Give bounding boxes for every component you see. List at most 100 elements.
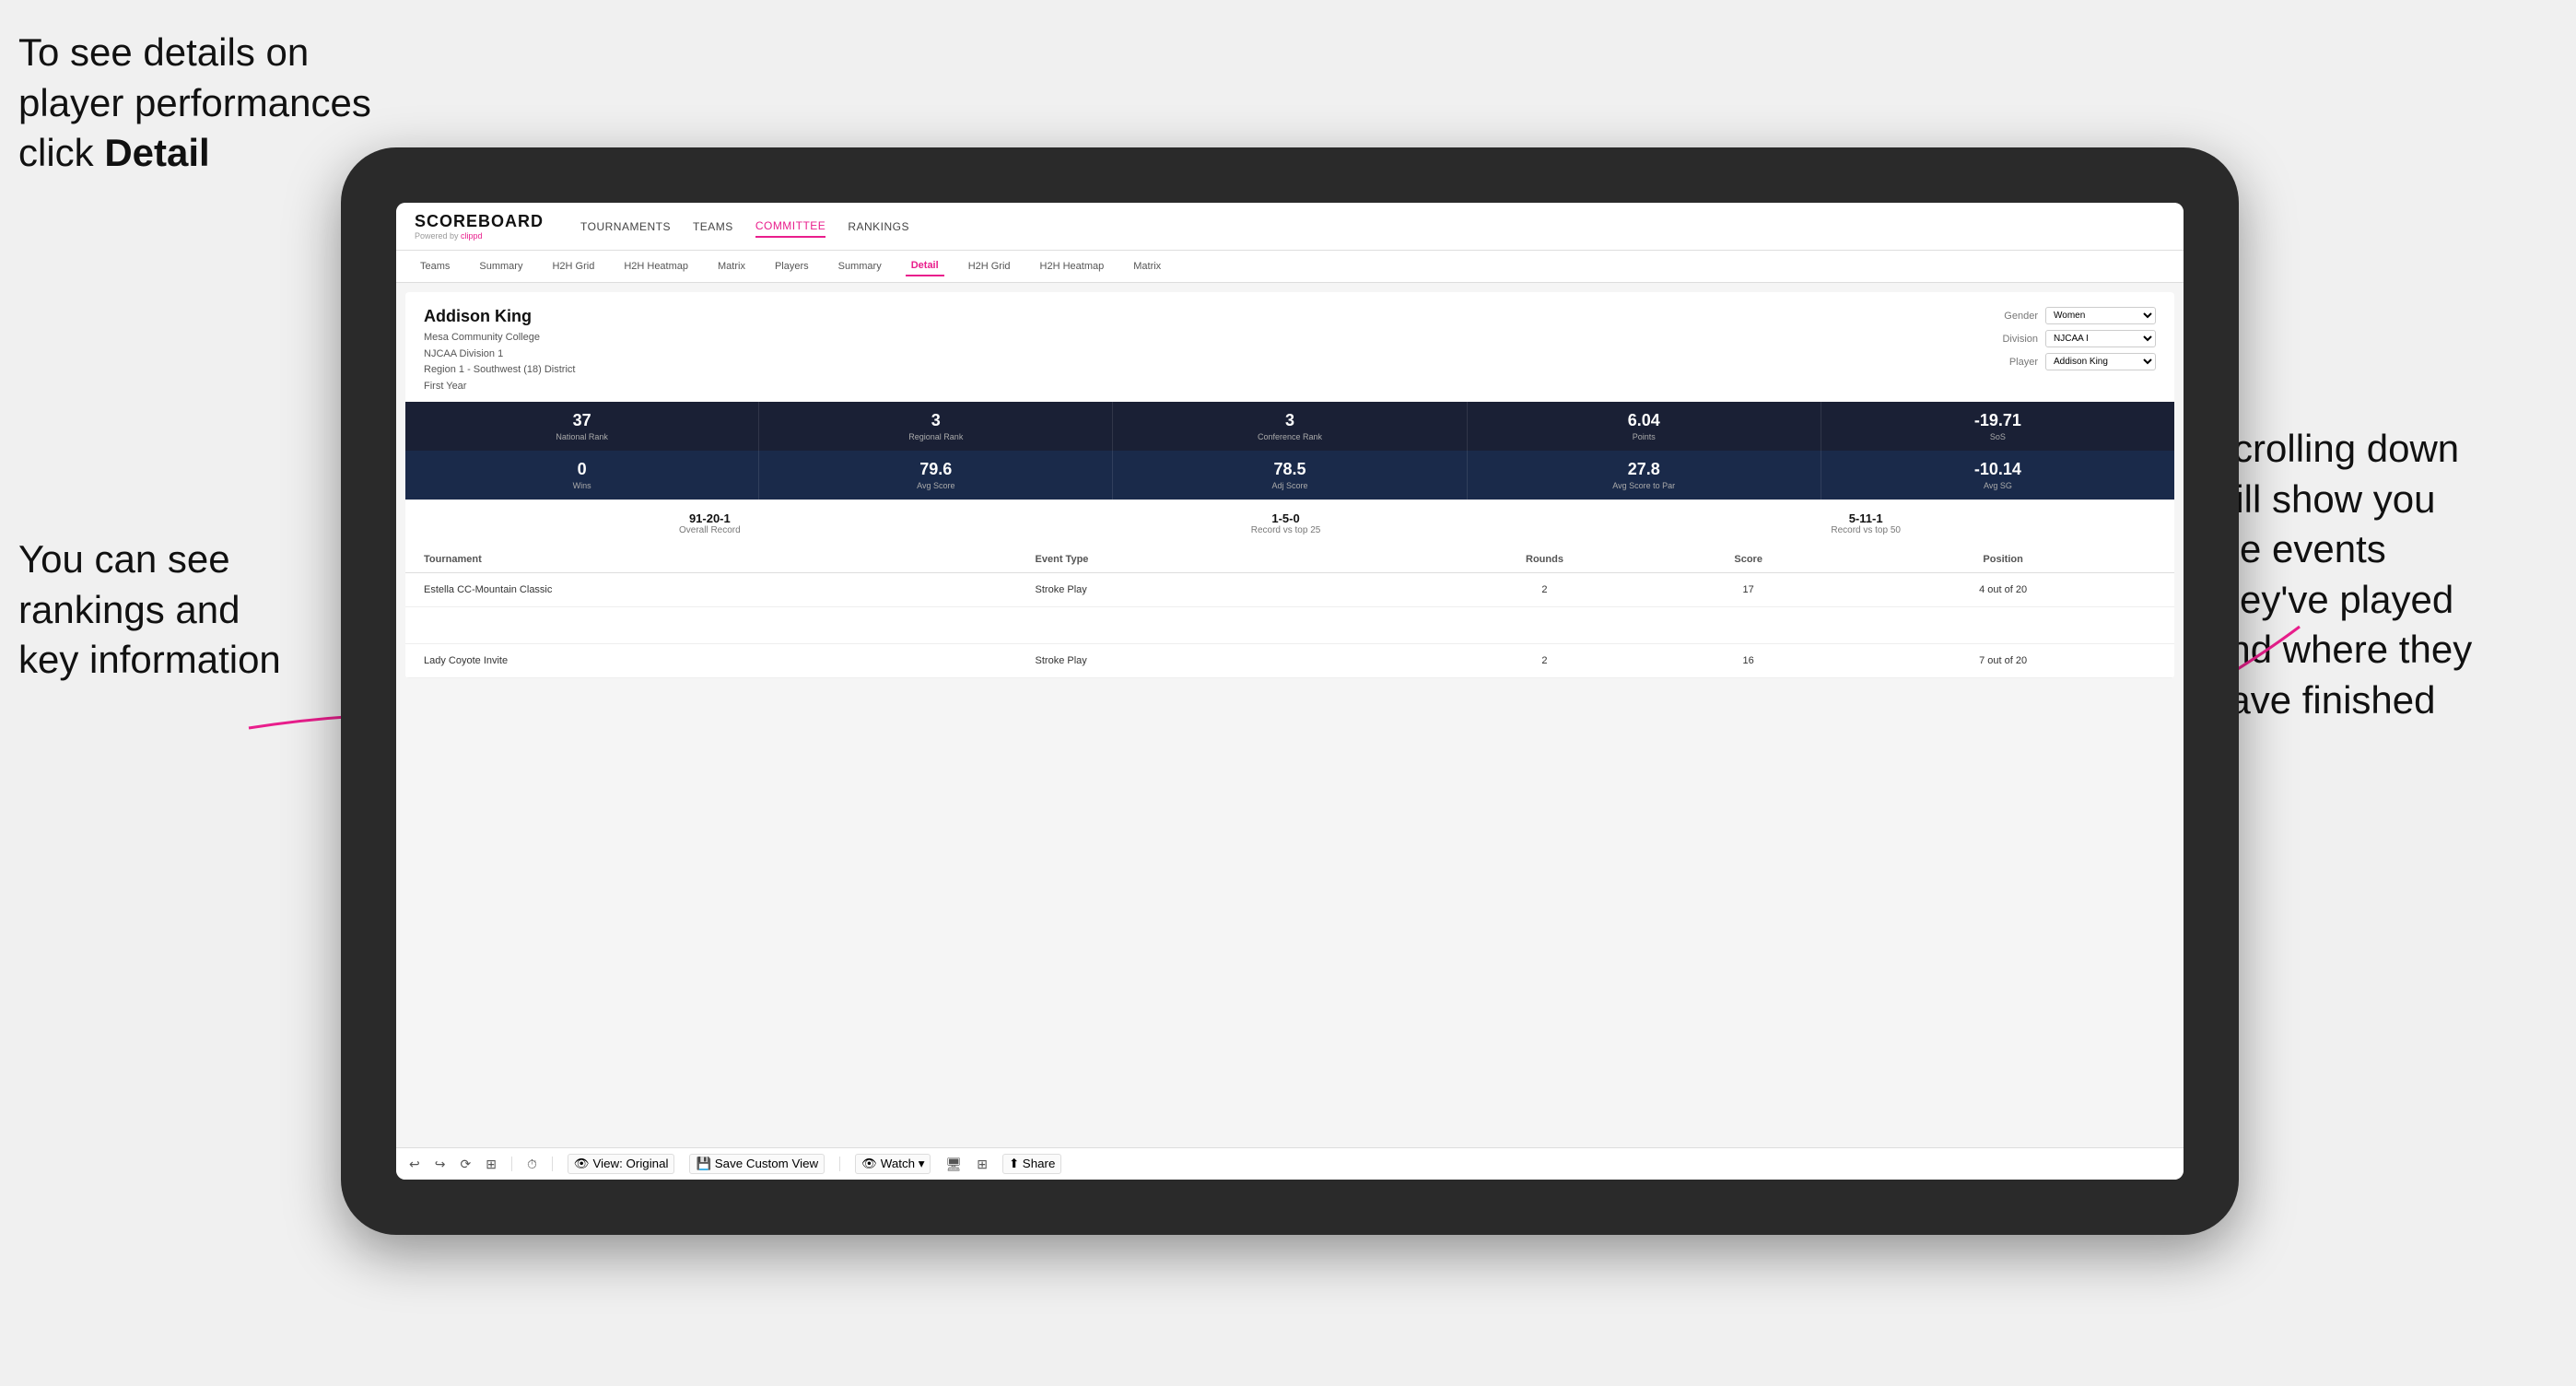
toolbar-separator-1 — [511, 1157, 512, 1171]
conference-rank-label: Conference Rank — [1120, 432, 1458, 441]
stat-regional-rank: 3 Regional Rank — [759, 402, 1113, 451]
record-top25-value: 1-5-0 — [1251, 511, 1321, 525]
record-top50-value: 5-11-1 — [1831, 511, 1901, 525]
player-name: Addison King — [424, 307, 575, 326]
adj-score-label: Adj Score — [1120, 481, 1458, 490]
clock-icon[interactable]: ⏱ — [527, 1157, 537, 1172]
logo-area: SCOREBOARD Powered by clippd — [415, 212, 544, 241]
overall-record-label: Overall Record — [679, 525, 741, 535]
toolbar-separator-3 — [839, 1157, 840, 1171]
stat-points: 6.04 Points — [1468, 402, 1821, 451]
td-tournament-2: Lady Coyote Invite — [424, 655, 1036, 666]
national-rank-label: National Rank — [413, 432, 751, 441]
subnav-h2h-grid2[interactable]: H2H Grid — [963, 257, 1016, 276]
save-custom-view-btn[interactable]: 💾 Save Custom View — [689, 1154, 825, 1174]
gender-select[interactable]: Women Men — [2045, 307, 2156, 324]
nav-teams[interactable]: TEAMS — [693, 217, 733, 237]
table-row-2: Lady Coyote Invite Stroke Play 2 16 7 ou… — [405, 644, 2174, 678]
avg-score-to-par-label: Avg Score to Par — [1475, 481, 1813, 490]
th-rounds: Rounds — [1443, 554, 1646, 565]
subnav-h2h-grid[interactable]: H2H Grid — [546, 257, 600, 276]
stats-row-2: 0 Wins 79.6 Avg Score 78.5 Adj Score 27.… — [405, 451, 2174, 499]
subnav-summary[interactable]: Summary — [474, 257, 528, 276]
player-header: Addison King Mesa Community College NJCA… — [405, 292, 2174, 402]
division-row: Division NJCAA I NJCAA II — [1987, 330, 2156, 347]
sos-label: SoS — [1829, 432, 2167, 441]
record-top25-label: Record vs top 25 — [1251, 525, 1321, 535]
nav-tournaments[interactable]: TOURNAMENTS — [580, 217, 671, 237]
subnav-h2h-heatmap[interactable]: H2H Heatmap — [618, 257, 694, 276]
undo-icon[interactable]: ↩ — [409, 1157, 420, 1172]
subnav-matrix2[interactable]: Matrix — [1128, 257, 1166, 276]
subnav-players[interactable]: Players — [769, 257, 814, 276]
stat-avg-score-to-par: 27.8 Avg Score to Par — [1468, 451, 1821, 499]
overall-record-value: 91-20-1 — [679, 511, 741, 525]
subnav-detail[interactable]: Detail — [906, 256, 944, 276]
stat-avg-sg: -10.14 Avg SG — [1821, 451, 2174, 499]
regional-rank-label: Regional Rank — [767, 432, 1105, 441]
share-btn[interactable]: ⬆ Share — [1002, 1154, 1061, 1174]
subnav-summary2[interactable]: Summary — [833, 257, 887, 276]
td-position-2: 7 out of 20 — [1850, 655, 2156, 666]
th-event: Event Type — [1036, 554, 1443, 565]
grid-icon[interactable]: ⊞ — [977, 1157, 988, 1172]
bottom-toolbar: ↩ ↪ ⟳ ⊞ ⏱ 👁 View: Original 💾 Save Custom… — [396, 1147, 2184, 1180]
refresh-icon[interactable]: ⟳ — [460, 1157, 471, 1172]
stat-national-rank: 37 National Rank — [405, 402, 759, 451]
table-row: Estella CC-Mountain Classic Stroke Play … — [405, 573, 2174, 607]
points-label: Points — [1475, 432, 1813, 441]
nav-committee[interactable]: COMMITTEE — [755, 216, 826, 238]
avg-score-to-par-value: 27.8 — [1475, 460, 1813, 479]
avg-sg-label: Avg SG — [1829, 481, 2167, 490]
gender-label: Gender — [1987, 311, 2038, 322]
gender-row: Gender Women Men — [1987, 307, 2156, 324]
division-label: Division — [1987, 334, 2038, 345]
th-tournament: Tournament — [424, 554, 1036, 565]
regional-rank-value: 3 — [767, 411, 1105, 430]
td-event-0: Stroke Play — [1036, 584, 1443, 595]
player-year: First Year — [424, 379, 575, 395]
td-tournament-0: Estella CC-Mountain Classic — [424, 584, 1036, 595]
subnav-matrix[interactable]: Matrix — [712, 257, 751, 276]
td-position-0: 4 out of 20 — [1850, 584, 2156, 595]
division-select[interactable]: NJCAA I NJCAA II — [2045, 330, 2156, 347]
national-rank-value: 37 — [413, 411, 751, 430]
nav-rankings[interactable]: RANKINGS — [848, 217, 909, 237]
adj-score-value: 78.5 — [1120, 460, 1458, 479]
logo-scoreboard: SCOREBOARD — [415, 212, 544, 231]
player-info-right: Gender Women Men Division NJCAA I NJCAA … — [1987, 307, 2156, 370]
table-row-empty — [405, 607, 2174, 644]
watch-btn[interactable]: 👁 Watch ▾ — [855, 1154, 931, 1174]
td-event-2: Stroke Play — [1036, 655, 1443, 666]
points-value: 6.04 — [1475, 411, 1813, 430]
td-rounds-2: 2 — [1443, 655, 1646, 666]
subnav-h2h-heatmap2[interactable]: H2H Heatmap — [1035, 257, 1110, 276]
td-score-0: 17 — [1646, 584, 1850, 595]
monitor-icon[interactable]: 🖥 — [945, 1157, 962, 1172]
redo-icon[interactable]: ↪ — [435, 1157, 446, 1172]
td-score-2: 16 — [1646, 655, 1850, 666]
player-select[interactable]: Addison King — [2045, 353, 2156, 370]
stat-conference-rank: 3 Conference Rank — [1113, 402, 1467, 451]
subnav-teams[interactable]: Teams — [415, 257, 455, 276]
player-detail: Addison King Mesa Community College NJCA… — [405, 292, 2174, 678]
player-label: Player — [1987, 357, 2038, 368]
copy-icon[interactable]: ⊞ — [486, 1157, 497, 1172]
tablet-screen: SCOREBOARD Powered by clippd TOURNAMENTS… — [396, 203, 2184, 1180]
app-header: SCOREBOARD Powered by clippd TOURNAMENTS… — [396, 203, 2184, 251]
sub-nav: Teams Summary H2H Grid H2H Heatmap Matri… — [396, 251, 2184, 283]
sos-value: -19.71 — [1829, 411, 2167, 430]
stat-adj-score: 78.5 Adj Score — [1113, 451, 1467, 499]
overall-record: 91-20-1 Overall Record — [679, 511, 741, 535]
player-school: Mesa Community College — [424, 330, 575, 346]
td-rounds-0: 2 — [1443, 584, 1646, 595]
record-top25: 1-5-0 Record vs top 25 — [1251, 511, 1321, 535]
stat-wins: 0 Wins — [405, 451, 759, 499]
record-top50-label: Record vs top 50 — [1831, 525, 1901, 535]
view-original-btn[interactable]: 👁 View: Original — [568, 1154, 675, 1174]
stat-avg-score: 79.6 Avg Score — [759, 451, 1113, 499]
table-header: Tournament Event Type Rounds Score Posit… — [405, 546, 2174, 573]
wins-value: 0 — [413, 460, 751, 479]
record-top50: 5-11-1 Record vs top 50 — [1831, 511, 1901, 535]
logo-powered: Powered by clippd — [415, 231, 544, 241]
